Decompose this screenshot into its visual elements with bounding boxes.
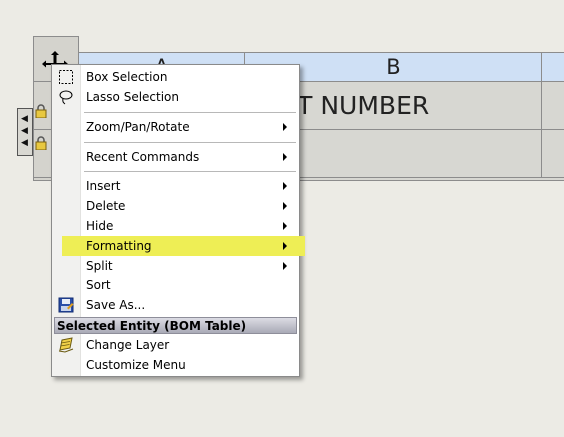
menu-item-lasso-selection[interactable]: Lasso Selection [52, 87, 299, 107]
left-arrow-icon: ◀ [21, 126, 28, 136]
submenu-arrow-icon [283, 123, 287, 131]
menu-item-formatting[interactable]: Formatting [62, 236, 305, 256]
submenu-arrow-icon [283, 262, 287, 270]
menu-item-delete[interactable]: Delete [52, 196, 299, 216]
column-header-c[interactable] [541, 53, 564, 81]
menu-item-change-layer[interactable]: Change Layer [52, 335, 299, 355]
menu-item-sort[interactable]: Sort [52, 275, 299, 295]
lock-icon [35, 136, 47, 150]
menu-item-save-as[interactable]: Save As... [52, 295, 299, 315]
menu-item-customize-menu[interactable]: Customize Menu [52, 355, 299, 375]
row-lock-tab[interactable]: ◀ ◀ ◀ [17, 108, 33, 156]
cell-c2[interactable] [541, 130, 564, 177]
submenu-arrow-icon [283, 182, 287, 190]
submenu-arrow-icon [283, 222, 287, 230]
menu-section-header: Selected Entity (BOM Table) [54, 317, 297, 334]
menu-item-zoom-pan-rotate[interactable]: Zoom/Pan/Rotate [52, 117, 299, 137]
menu-item-hide[interactable]: Hide [52, 216, 299, 236]
submenu-arrow-icon [283, 153, 287, 161]
left-arrow-icon: ◀ [21, 138, 28, 148]
menu-separator [84, 142, 296, 143]
menu-item-insert[interactable]: Insert [52, 176, 299, 196]
save-as-icon [58, 297, 74, 313]
menu-item-split[interactable]: Split [52, 256, 299, 276]
context-menu: Box Selection Lasso Selection Zoom/Pan/R… [51, 64, 305, 377]
change-layer-icon [58, 337, 74, 353]
left-arrow-icon: ◀ [21, 114, 28, 124]
menu-separator [84, 171, 296, 172]
submenu-arrow-icon [283, 242, 287, 250]
submenu-arrow-icon [283, 202, 287, 210]
menu-separator [84, 112, 296, 113]
menu-item-recent-commands[interactable]: Recent Commands [52, 147, 299, 167]
box-selection-icon [59, 70, 73, 84]
menu-item-box-selection[interactable]: Box Selection [52, 67, 299, 87]
lasso-icon [59, 90, 73, 105]
lock-icon [35, 104, 47, 118]
cell-c1[interactable] [541, 82, 564, 129]
